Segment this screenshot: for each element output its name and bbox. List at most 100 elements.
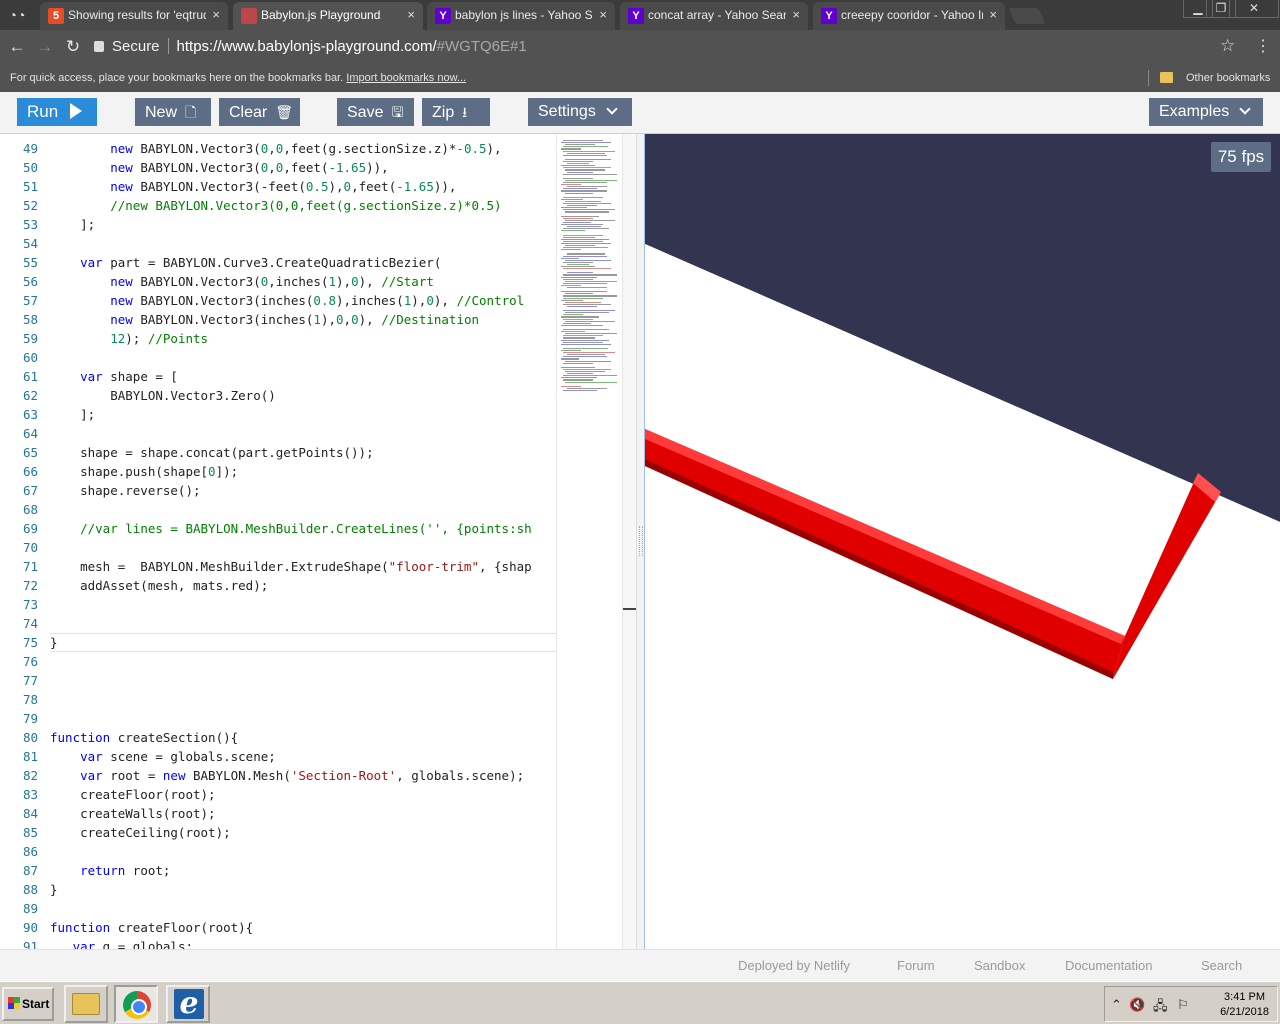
zip-button[interactable]: Zip ⭳ [422, 98, 490, 126]
code-line[interactable]: var part = BABYLON.Curve3.CreateQuadrati… [50, 253, 441, 272]
code-line[interactable]: //var lines = BABYLON.MeshBuilder.Create… [50, 519, 532, 538]
code-line[interactable]: new BABYLON.Vector3(0,0,feet(g.sectionSi… [50, 139, 501, 158]
code-line[interactable]: createCeiling(root); [50, 823, 231, 842]
code-line[interactable]: new BABYLON.Vector3(0,0,feet(-1.65)), [50, 158, 388, 177]
minimap-stroke [561, 190, 607, 192]
forward-arrow-icon[interactable]: → [34, 36, 56, 58]
network-icon[interactable]: 🖧 [1153, 997, 1168, 1019]
show-hidden-icons-icon[interactable]: ⌃ [1111, 997, 1122, 1013]
render-canvas[interactable]: 75 fps [645, 134, 1280, 949]
code-line[interactable]: BABYLON.Vector3.Zero() [50, 386, 276, 405]
code-line[interactable]: var g = globals; [50, 937, 193, 949]
code-line[interactable]: var scene = globals.scene; [50, 747, 276, 766]
taskbar-clock[interactable]: 3:41 PM 6/21/2018 [1220, 990, 1269, 1020]
minimap-stroke [565, 360, 611, 362]
browser-menu-icon[interactable]: ⋮ [1255, 36, 1271, 56]
file-explorer-taskbar-button[interactable] [64, 985, 108, 1023]
volume-muted-icon[interactable]: 🔇 [1129, 997, 1145, 1013]
line-number: 49 [22, 141, 38, 156]
new-tab-button[interactable] [1008, 8, 1046, 24]
code-line[interactable]: //new BABYLON.Vector3(0,0,feet(g.section… [50, 196, 501, 215]
start-button[interactable]: Start [2, 987, 54, 1021]
minimap-stroke [565, 179, 617, 182]
clear-button[interactable]: Clear 🗑 [219, 98, 300, 126]
bookmark-star-icon[interactable]: ☆ [1220, 36, 1235, 56]
browser-tab[interactable]: Ybabylon js lines - Yahoo Search × [427, 2, 615, 30]
code-line[interactable]: mesh = BABYLON.MeshBuilder.ExtrudeShape(… [50, 557, 532, 576]
forum-link[interactable]: Forum [897, 950, 935, 982]
tab-close-icon[interactable]: × [792, 2, 800, 28]
tab-close-icon[interactable]: × [212, 2, 220, 28]
code-line[interactable]: function createSection(){ [50, 728, 238, 747]
code-text-area[interactable]: new BABYLON.Vector3(0,0,feet(g.sectionSi… [50, 134, 556, 949]
action-center-flag-icon[interactable]: ⚐ [1177, 997, 1189, 1013]
minimap-stroke [561, 350, 581, 352]
internet-explorer-taskbar-button[interactable]: e [166, 985, 210, 1023]
documentation-link[interactable]: Documentation [1065, 950, 1152, 982]
minimap-stroke [567, 171, 593, 173]
code-line[interactable]: addAsset(mesh, mats.red); [50, 576, 268, 595]
address-bar[interactable]: Secure https://www.babylonjs-playground.c… [94, 34, 1244, 60]
sandbox-link[interactable]: Sandbox [974, 950, 1025, 982]
code-line[interactable]: new BABYLON.Vector3(0,inches(1),0), //St… [50, 272, 434, 291]
minimap-stroke [561, 291, 607, 293]
code-line[interactable]: var root = new BABYLON.Mesh('Section-Roo… [50, 766, 524, 785]
tab-close-icon[interactable]: × [407, 2, 415, 28]
code-line[interactable]: 12); //Points [50, 329, 208, 348]
editor-scrollbar[interactable] [622, 134, 636, 949]
minimap-stroke [563, 337, 595, 339]
save-button[interactable]: Save 🖫 [337, 98, 414, 126]
code-line[interactable]: } [50, 880, 58, 899]
browser-tab[interactable]: Ycreeepy cooridor - Yahoo Images × [813, 2, 1005, 30]
code-line[interactable]: } [50, 633, 58, 652]
tab-close-icon[interactable]: × [599, 2, 607, 28]
minimap-stroke [563, 329, 609, 331]
code-line[interactable]: var shape = [ [50, 367, 178, 386]
minimap-stroke [561, 257, 579, 259]
minimap-stroke [565, 301, 601, 303]
code-line[interactable]: function createFloor(root){ [50, 918, 253, 937]
settings-button[interactable]: Settings [528, 98, 632, 126]
chrome-taskbar-button[interactable] [114, 985, 158, 1023]
search-link[interactable]: Search [1201, 950, 1242, 982]
chrome-icon [123, 991, 151, 1019]
minimap-stroke [563, 188, 597, 190]
code-line[interactable]: return root; [50, 861, 170, 880]
import-bookmarks-link[interactable]: Import bookmarks now... [346, 72, 466, 84]
browser-tab[interactable]: Babylon.js Playground × [233, 2, 423, 30]
code-line[interactable]: new BABYLON.Vector3(-feet(0.5),0,feet(-1… [50, 177, 456, 196]
new-button[interactable]: New 🗋 [135, 98, 211, 126]
code-line[interactable]: createFloor(root); [50, 785, 215, 804]
splitter-grip[interactable] [639, 526, 643, 556]
download-icon: ⭳ [462, 104, 468, 120]
line-number: 66 [22, 464, 38, 479]
browser-tab[interactable]: Yconcat array - Yahoo Search × [620, 2, 808, 30]
deployed-by-netlify-link[interactable]: Deployed by Netlify [738, 950, 850, 982]
run-button[interactable]: Run [17, 98, 97, 126]
code-editor[interactable]: 49 50 51 52 53 54 55 56 57 58 59 60 61 62 63 64 65 66 67 68… [0, 134, 636, 949]
back-arrow-icon[interactable]: ← [6, 36, 28, 58]
minimap-stroke [561, 276, 597, 278]
code-line[interactable]: ]; [50, 215, 95, 234]
reload-icon[interactable]: ↻ [62, 36, 84, 58]
examples-button[interactable]: Examples [1149, 98, 1263, 126]
close-window-icon[interactable]: ✕ [1229, 0, 1279, 18]
pane-splitter[interactable] [636, 134, 645, 949]
code-line[interactable]: ]; [50, 405, 95, 424]
code-line[interactable]: new BABYLON.Vector3(inches(1),0,0), //De… [50, 310, 479, 329]
minimap-stroke [561, 324, 603, 326]
code-line[interactable]: new BABYLON.Vector3(inches(0.8),inches(1… [50, 291, 524, 310]
minimap-stroke [565, 381, 617, 383]
html5-icon: 5 [48, 8, 64, 24]
code-line[interactable]: createWalls(root); [50, 804, 215, 823]
code-line[interactable]: shape.reverse(); [50, 481, 200, 500]
code-minimap[interactable] [556, 134, 622, 949]
run-button-label: Run [27, 102, 59, 121]
code-line[interactable]: shape.push(shape[0]); [50, 462, 238, 481]
line-number: 71 [22, 559, 38, 574]
line-number: 72 [22, 578, 38, 593]
browser-tab[interactable]: 5 Showing results for 'eqtrude' × [40, 2, 228, 30]
tab-close-icon[interactable]: × [989, 2, 997, 28]
code-line[interactable]: shape = shape.concat(part.getPoints()); [50, 443, 374, 462]
other-bookmarks[interactable]: Other bookmarks [1186, 64, 1270, 92]
